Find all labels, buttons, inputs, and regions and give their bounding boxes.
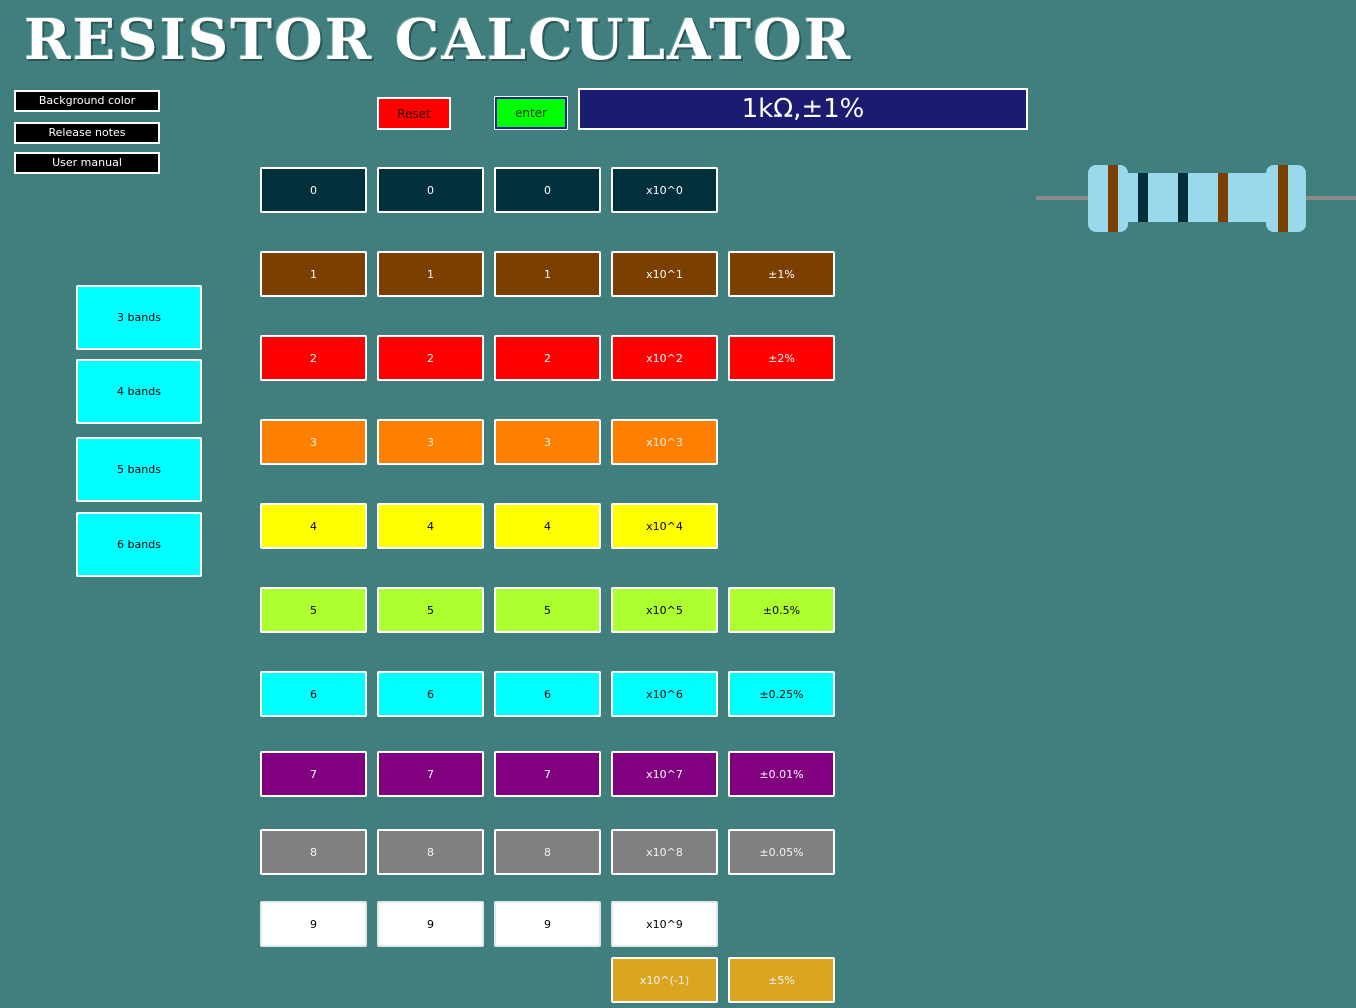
digit2-gray-button[interactable]: 8	[377, 829, 484, 875]
digit2-violet-button[interactable]: 7	[377, 751, 484, 797]
digit1-white-button[interactable]: 9	[260, 901, 367, 947]
multiplier-blue-button[interactable]: x10^6	[611, 671, 718, 717]
digit2-brown-button[interactable]: 1	[377, 251, 484, 297]
release-notes-button[interactable]: Release notes	[14, 122, 160, 144]
digit1-red-button[interactable]: 2	[260, 335, 367, 381]
tolerance-red-button[interactable]: ±2%	[728, 335, 835, 381]
digit1-blue-button[interactable]: 6	[260, 671, 367, 717]
six-bands-button[interactable]: 6 bands	[76, 512, 202, 577]
result-display: 1kΩ,±1%	[578, 88, 1028, 130]
tolerance-violet-button[interactable]: ±0.01%	[728, 751, 835, 797]
resistor-band-4	[1218, 173, 1228, 222]
multiplier-green-button[interactable]: x10^5	[611, 587, 718, 633]
digit1-violet-button[interactable]: 7	[260, 751, 367, 797]
resistor-band-3	[1178, 173, 1188, 222]
multiplier-white-button[interactable]: x10^9	[611, 901, 718, 947]
digit3-orange-button[interactable]: 3	[494, 419, 601, 465]
digit3-blue-button[interactable]: 6	[494, 671, 601, 717]
tolerance-green-button[interactable]: ±0.5%	[728, 587, 835, 633]
reset-button[interactable]: Reset	[377, 97, 451, 130]
multiplier-violet-button[interactable]: x10^7	[611, 751, 718, 797]
digit2-white-button[interactable]: 9	[377, 901, 484, 947]
digit3-black-button[interactable]: 0	[494, 167, 601, 213]
five-bands-button[interactable]: 5 bands	[76, 437, 202, 502]
tolerance-brown-button[interactable]: ±1%	[728, 251, 835, 297]
digit3-brown-button[interactable]: 1	[494, 251, 601, 297]
resistor-band-1	[1108, 165, 1118, 232]
tolerance-gold-button[interactable]: ±5%	[728, 957, 835, 1003]
multiplier-yellow-button[interactable]: x10^4	[611, 503, 718, 549]
digit2-yellow-button[interactable]: 4	[377, 503, 484, 549]
digit1-brown-button[interactable]: 1	[260, 251, 367, 297]
four-bands-button[interactable]: 4 bands	[76, 359, 202, 424]
background-color-button[interactable]: Background color	[14, 90, 160, 112]
digit1-black-button[interactable]: 0	[260, 167, 367, 213]
three-bands-button[interactable]: 3 bands	[76, 285, 202, 350]
tolerance-gray-button[interactable]: ±0.05%	[728, 829, 835, 875]
digit3-gray-button[interactable]: 8	[494, 829, 601, 875]
multiplier-orange-button[interactable]: x10^3	[611, 419, 718, 465]
tolerance-blue-button[interactable]: ±0.25%	[728, 671, 835, 717]
digit2-red-button[interactable]: 2	[377, 335, 484, 381]
digit3-red-button[interactable]: 2	[494, 335, 601, 381]
resistor-band-5	[1278, 165, 1288, 232]
enter-button[interactable]: enter	[494, 96, 568, 130]
digit3-yellow-button[interactable]: 4	[494, 503, 601, 549]
digit2-black-button[interactable]: 0	[377, 167, 484, 213]
digit3-green-button[interactable]: 5	[494, 587, 601, 633]
resistor-preview	[1036, 165, 1356, 232]
multiplier-black-button[interactable]: x10^0	[611, 167, 718, 213]
resistor-band-2	[1138, 173, 1148, 222]
app-title: RESISTOR CALCULATOR	[24, 7, 853, 73]
multiplier-red-button[interactable]: x10^2	[611, 335, 718, 381]
digit1-green-button[interactable]: 5	[260, 587, 367, 633]
user-manual-button[interactable]: User manual	[14, 152, 160, 174]
digit2-blue-button[interactable]: 6	[377, 671, 484, 717]
digit3-violet-button[interactable]: 7	[494, 751, 601, 797]
multiplier-brown-button[interactable]: x10^1	[611, 251, 718, 297]
digit1-yellow-button[interactable]: 4	[260, 503, 367, 549]
multiplier-gold-button[interactable]: x10^(-1)	[611, 957, 718, 1003]
digit2-orange-button[interactable]: 3	[377, 419, 484, 465]
digit1-gray-button[interactable]: 8	[260, 829, 367, 875]
digit1-orange-button[interactable]: 3	[260, 419, 367, 465]
multiplier-gray-button[interactable]: x10^8	[611, 829, 718, 875]
digit3-white-button[interactable]: 9	[494, 901, 601, 947]
digit2-green-button[interactable]: 5	[377, 587, 484, 633]
